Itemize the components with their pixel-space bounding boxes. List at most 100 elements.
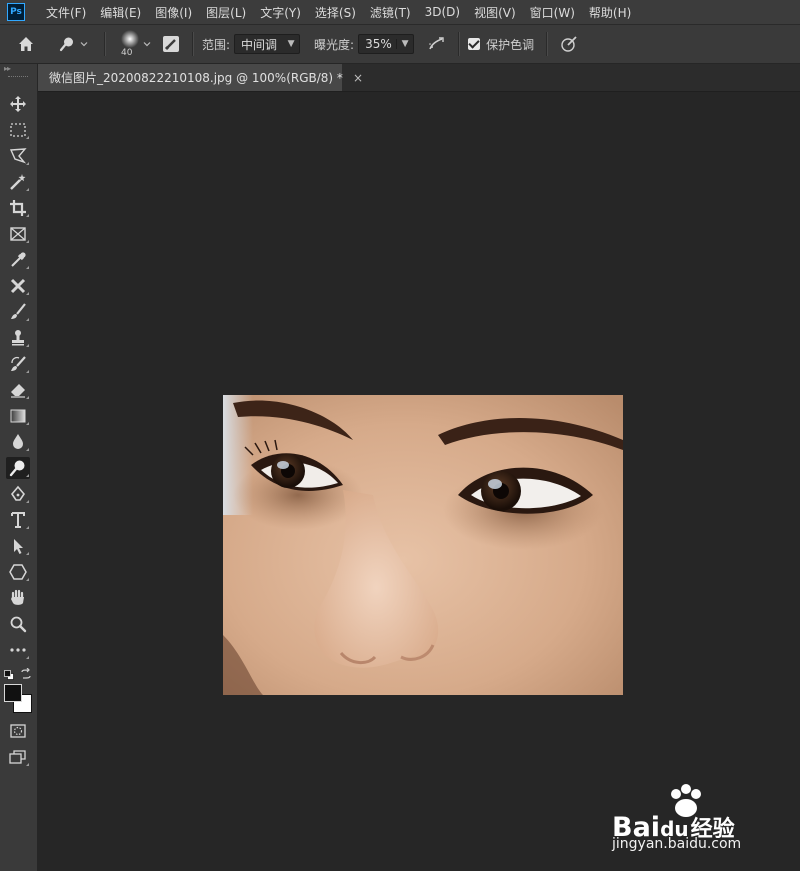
type-icon (11, 512, 25, 528)
eraser-tool[interactable] (6, 379, 30, 401)
photoshop-logo: Ps (7, 3, 25, 21)
menu-type[interactable]: 文字(Y) (253, 4, 308, 21)
airbrush-button[interactable] (414, 25, 458, 63)
move-icon (10, 96, 26, 112)
airbrush-icon (429, 37, 444, 50)
shape-icon (9, 564, 27, 580)
chevron-down-icon (80, 42, 88, 47)
chevron-down-icon (143, 42, 151, 47)
stamp-icon (12, 330, 24, 346)
menu-help[interactable]: 帮助(H) (582, 4, 638, 21)
brush-settings-icon (163, 36, 179, 52)
screen-mode-button[interactable] (6, 746, 30, 768)
document-tab[interactable]: 微信图片_20200822210108.jpg @ 100%(RGB/8) * … (38, 64, 363, 91)
separator (546, 32, 549, 56)
stamp-tool[interactable] (6, 327, 30, 349)
close-icon[interactable]: × (353, 71, 363, 85)
magic-wand-tool[interactable] (6, 171, 30, 193)
dodge-icon (59, 37, 73, 52)
screen-mode-icon (9, 750, 26, 764)
panel-handle (8, 76, 28, 80)
menu-image[interactable]: 图像(I) (148, 4, 199, 21)
document-image[interactable] (223, 395, 623, 695)
chevron-down-icon: ▼ (287, 39, 295, 49)
path-select-tool[interactable] (6, 535, 30, 557)
dodge-tool[interactable] (6, 457, 30, 479)
chevron-down-icon: ▼ (396, 39, 413, 49)
more-icon (10, 648, 26, 652)
crop-icon (10, 200, 26, 216)
pressure-pen-icon (561, 36, 577, 52)
more-tools[interactable] (6, 639, 30, 661)
quick-mask-button[interactable] (6, 720, 30, 742)
foreground-color-swatch[interactable] (4, 684, 22, 702)
swap-colors-button[interactable] (20, 667, 32, 680)
default-colors-icon (4, 670, 14, 680)
menu-window[interactable]: 窗口(W) (523, 4, 582, 21)
healing-icon (10, 278, 26, 294)
lasso-tool[interactable] (6, 145, 30, 167)
separator (104, 32, 106, 56)
range-value: 中间调 (241, 37, 278, 52)
menu-bar: Ps 文件(F) 编辑(E) 图像(I) 图层(L) 文字(Y) 选择(S) 滤… (0, 0, 800, 25)
healing-tool[interactable] (6, 275, 30, 297)
brush-tool[interactable] (6, 301, 30, 323)
range-label: 范围: (202, 37, 231, 52)
soft-brush-icon (121, 30, 139, 48)
brush-icon (11, 303, 26, 319)
gradient-tool[interactable] (6, 405, 30, 427)
document-tab-title: 微信图片_20200822210108.jpg @ 100%(RGB/8) * (49, 71, 343, 85)
menu-select[interactable]: 选择(S) (308, 4, 363, 21)
protect-tones-checkbox[interactable] (468, 38, 481, 50)
history-brush-tool[interactable] (6, 353, 30, 375)
baidu-jingyan-watermark: Baidu经验 jingyan.baidu.com (612, 784, 792, 854)
brush-size: 40 (121, 48, 133, 58)
zoom-tool[interactable] (6, 613, 30, 635)
lasso-icon (9, 148, 27, 164)
move-tool[interactable] (6, 93, 30, 115)
frame-icon (10, 227, 26, 241)
frame-tool[interactable] (6, 223, 30, 245)
hand-icon (11, 589, 24, 605)
shape-tool[interactable] (6, 561, 30, 583)
default-colors-button[interactable] (4, 669, 14, 680)
home-button[interactable] (0, 25, 52, 63)
history-brush-icon (11, 356, 26, 371)
exposure-input[interactable]: 35% ▼ (358, 34, 415, 54)
dodge-icon (9, 460, 25, 477)
marquee-icon (10, 123, 26, 137)
pen-tool[interactable] (6, 483, 30, 505)
face-photo (223, 395, 623, 695)
path-select-icon (14, 539, 23, 554)
menu-3d[interactable]: 3D(D) (418, 5, 467, 19)
crop-tool[interactable] (6, 197, 30, 219)
brush-preset-picker[interactable]: 40 (114, 25, 158, 63)
zoom-icon (10, 616, 27, 633)
menu-edit[interactable]: 编辑(E) (93, 4, 148, 21)
home-icon (19, 37, 33, 51)
menu-view[interactable]: 视图(V) (467, 4, 523, 21)
tool-preset-picker[interactable] (52, 25, 96, 63)
exposure-label: 曝光度: (314, 37, 355, 52)
pen-icon (10, 485, 26, 501)
eyedropper-tool[interactable] (6, 249, 30, 271)
menu-layer[interactable]: 图层(L) (199, 4, 253, 21)
range-select[interactable]: 中间调 ▼ (234, 34, 301, 54)
exposure-value: 35% (365, 37, 392, 51)
eraser-icon (11, 384, 25, 398)
separator (192, 32, 194, 56)
eyedropper-icon (11, 252, 26, 267)
menu-filter[interactable]: 滤镜(T) (363, 4, 418, 21)
quick-mask-icon (10, 724, 26, 738)
canvas-area[interactable] (38, 92, 800, 871)
brush-settings-button[interactable] (158, 25, 184, 63)
marquee-tool[interactable] (6, 119, 30, 141)
hand-tool[interactable] (6, 587, 30, 609)
type-tool[interactable] (6, 509, 30, 531)
magic-wand-icon (10, 174, 26, 190)
menu-file[interactable]: 文件(F) (39, 4, 93, 21)
watermark-url: jingyan.baidu.com (612, 836, 742, 852)
separator (458, 32, 461, 56)
pressure-size-button[interactable] (556, 25, 582, 63)
blur-tool[interactable] (6, 431, 30, 453)
